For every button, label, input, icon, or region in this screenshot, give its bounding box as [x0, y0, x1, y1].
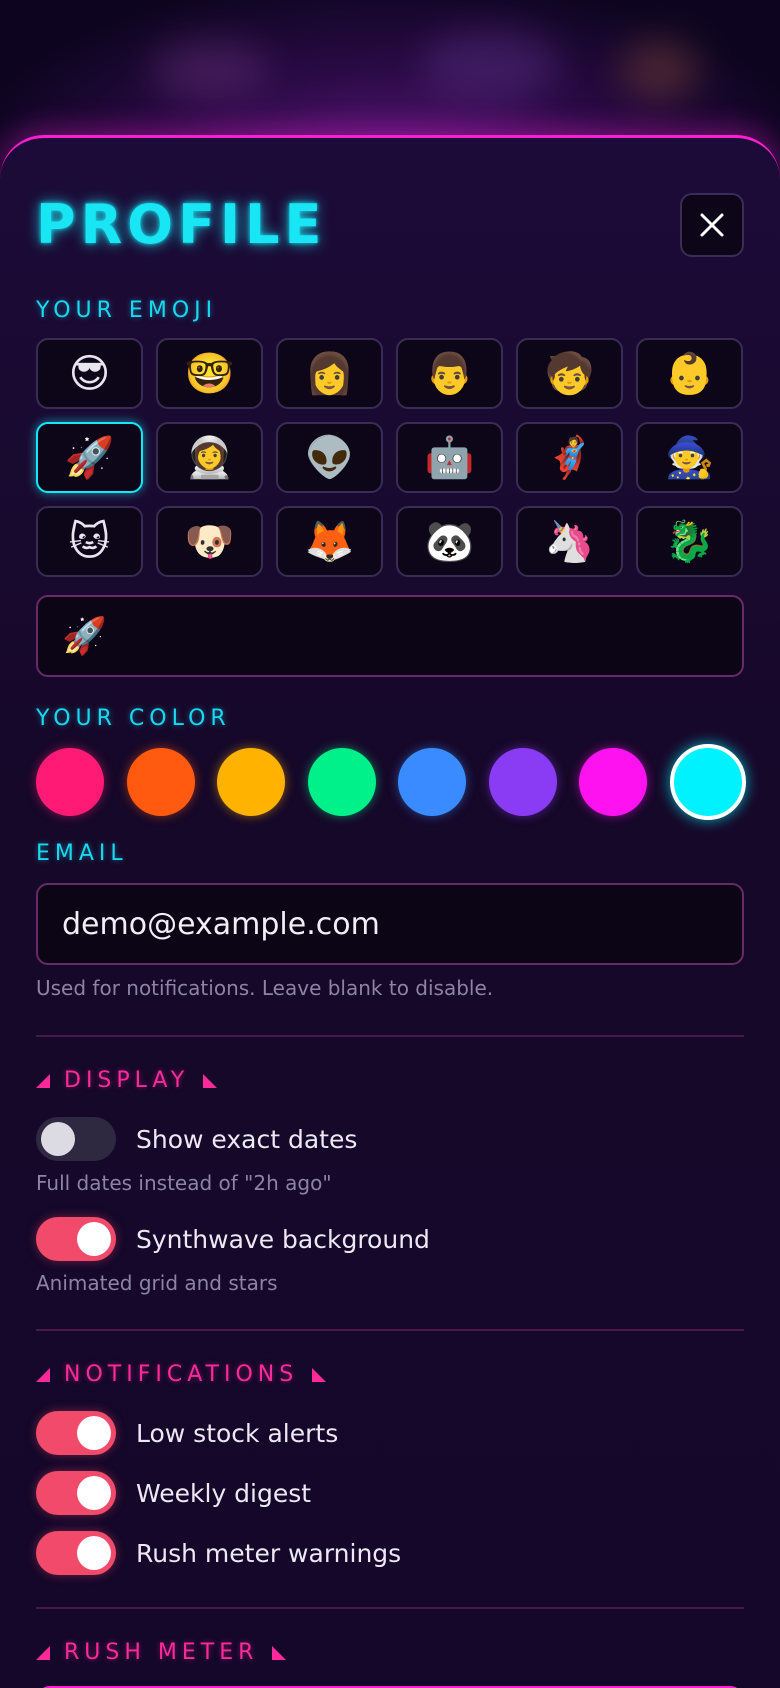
- toggle-row-synthwave: Synthwave background: [36, 1216, 430, 1262]
- emoji-option[interactable]: 👩: [276, 338, 383, 409]
- toggle-knob: [77, 1416, 111, 1450]
- rush-meter-warnings-toggle[interactable]: [36, 1531, 116, 1575]
- emoji-option-selected[interactable]: 🚀: [36, 422, 143, 493]
- profile-sheet: PROFILE YOUR EMOJI 😎 🤓 👩 👨 🧒 👶 🚀 👩‍🚀 👽 🤖…: [0, 135, 780, 1688]
- toggle-label: Low stock alerts: [136, 1418, 339, 1448]
- emoji-option[interactable]: 👨: [396, 338, 503, 409]
- triangle-left-icon: [36, 1645, 50, 1660]
- color-swatch-orange[interactable]: [126, 748, 195, 816]
- color-swatch-pink[interactable]: [36, 748, 104, 816]
- emoji-option[interactable]: 🐼: [396, 506, 503, 577]
- emoji-grid: 😎 🤓 👩 👨 🧒 👶 🚀 👩‍🚀 👽 🤖 🦸 🧙 🐱 🐶 🦊 🐼 🦄 🐉: [36, 338, 744, 577]
- toggle-hint: Animated grid and stars: [36, 1271, 278, 1295]
- emoji-option[interactable]: 👶: [636, 338, 743, 409]
- toggle-label: Show exact dates: [136, 1124, 358, 1154]
- toggle-hint: Full dates instead of "2h ago": [36, 1171, 332, 1195]
- color-swatch-magenta[interactable]: [579, 748, 648, 816]
- emoji-option[interactable]: 🦄: [516, 506, 623, 577]
- color-swatch-purple[interactable]: [488, 748, 557, 816]
- weekly-digest-toggle[interactable]: [36, 1471, 116, 1515]
- toggle-knob: [77, 1476, 111, 1510]
- toggle-row-rush-warnings: Rush meter warnings: [36, 1530, 401, 1576]
- divider: [36, 1329, 744, 1331]
- rush-meter-section-header: RUSH METER: [36, 1640, 287, 1665]
- toggle-knob: [77, 1222, 111, 1256]
- email-hint: Used for notifications. Leave blank to d…: [36, 976, 494, 1000]
- triangle-right-icon: [272, 1645, 287, 1660]
- triangle-right-icon: [312, 1367, 327, 1382]
- divider: [36, 1607, 744, 1609]
- toggle-label: Weekly digest: [136, 1478, 312, 1508]
- background-blur: [150, 40, 270, 100]
- color-section-label: YOUR COLOR: [36, 706, 231, 731]
- background-blur: [620, 40, 700, 100]
- toggle-row-weekly-digest: Weekly digest: [36, 1470, 311, 1516]
- color-swatch-green[interactable]: [307, 748, 376, 816]
- background-blur: [420, 30, 560, 100]
- toggle-knob: [77, 1536, 111, 1570]
- low-stock-alerts-toggle[interactable]: [36, 1411, 116, 1455]
- rush-meter-section-label: RUSH METER: [64, 1640, 259, 1665]
- emoji-option[interactable]: 🧒: [516, 338, 623, 409]
- emoji-option[interactable]: 🦸: [516, 422, 623, 493]
- emoji-option[interactable]: 🦊: [276, 506, 383, 577]
- emoji-option[interactable]: 😎: [36, 338, 143, 409]
- custom-emoji-input[interactable]: 🚀: [36, 595, 744, 677]
- emoji-option[interactable]: 👽: [276, 422, 383, 493]
- display-section-label: DISPLAY: [64, 1068, 190, 1093]
- emoji-option[interactable]: 👩‍🚀: [156, 422, 263, 493]
- color-swatch-cyan-selected[interactable]: [669, 744, 746, 820]
- emoji-option[interactable]: 🤖: [396, 422, 503, 493]
- color-swatch-yellow[interactable]: [217, 748, 286, 816]
- email-field[interactable]: demo@example.com: [36, 883, 744, 965]
- notifications-section-header: NOTIFICATIONS: [36, 1362, 327, 1387]
- email-section-label: EMAIL: [36, 841, 128, 866]
- close-icon: [700, 213, 724, 237]
- emoji-option[interactable]: 🤓: [156, 338, 263, 409]
- toggle-knob: [41, 1122, 75, 1156]
- emoji-section-label: YOUR EMOJI: [36, 298, 218, 323]
- triangle-left-icon: [36, 1367, 50, 1382]
- triangle-left-icon: [36, 1073, 50, 1088]
- close-button[interactable]: [680, 193, 744, 257]
- color-picker: [36, 744, 746, 820]
- emoji-option[interactable]: 🐱: [36, 506, 143, 577]
- toggle-label: Rush meter warnings: [136, 1538, 402, 1568]
- emoji-option[interactable]: 🧙: [636, 422, 743, 493]
- emoji-option[interactable]: 🐶: [156, 506, 263, 577]
- emoji-option[interactable]: 🐉: [636, 506, 743, 577]
- toggle-label: Synthwave background: [136, 1224, 430, 1254]
- display-section-header: DISPLAY: [36, 1068, 218, 1093]
- exact-dates-toggle[interactable]: [36, 1117, 116, 1161]
- synthwave-background-toggle[interactable]: [36, 1217, 116, 1261]
- divider: [36, 1035, 744, 1037]
- toggle-row-low-stock: Low stock alerts: [36, 1410, 338, 1456]
- toggle-row-exact-dates: Show exact dates: [36, 1116, 357, 1162]
- color-swatch-blue[interactable]: [398, 748, 467, 816]
- triangle-right-icon: [203, 1073, 218, 1088]
- page-title: PROFILE: [36, 193, 327, 256]
- notifications-section-label: NOTIFICATIONS: [64, 1362, 299, 1387]
